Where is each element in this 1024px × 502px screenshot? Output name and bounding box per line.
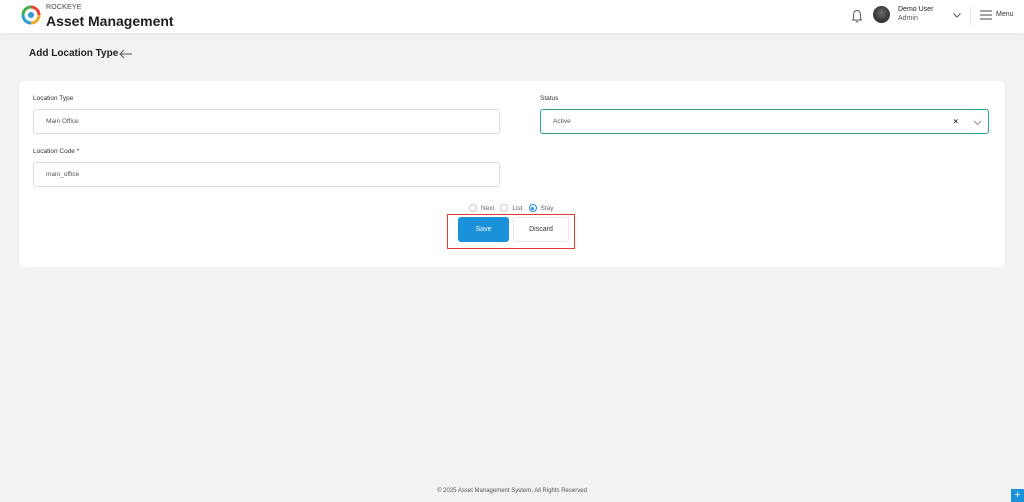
location-code-label: Location Code * — [33, 148, 80, 155]
location-code-input[interactable]: main_office — [33, 162, 500, 187]
rockeye-logo-icon[interactable] — [21, 5, 41, 25]
status-label: Status — [540, 95, 559, 102]
user-role: Admin — [898, 15, 918, 22]
radio-next[interactable] — [469, 204, 477, 212]
radio-stay-label[interactable]: Stay — [541, 205, 554, 212]
clear-icon[interactable]: × — [953, 117, 958, 126]
user-name: Demo User — [898, 6, 934, 13]
user-avatar[interactable] — [873, 6, 890, 23]
radio-next-label[interactable]: Next — [481, 205, 494, 212]
hamburger-menu-icon[interactable] — [980, 10, 992, 20]
discard-button[interactable]: Discard — [513, 217, 569, 242]
chevron-down-icon[interactable] — [952, 11, 962, 19]
after-save-options: Next List Stay — [469, 202, 560, 214]
header-divider — [970, 7, 971, 25]
back-arrow-icon[interactable] — [119, 49, 133, 59]
top-header: ROCKEYE Asset Management Demo User Admin… — [0, 0, 1024, 33]
status-value: Active — [553, 118, 571, 125]
location-type-input[interactable]: Main Office — [33, 109, 500, 134]
app-title: Asset Management — [46, 13, 174, 29]
notification-bell-icon[interactable] — [851, 9, 863, 23]
save-button[interactable]: Save — [458, 217, 509, 242]
menu-button[interactable]: Menu — [996, 11, 1014, 18]
radio-stay[interactable] — [528, 204, 537, 212]
footer-copyright: © 2025 Asset Management System. All Righ… — [437, 488, 587, 494]
location-type-value: Main Office — [46, 118, 79, 125]
location-type-label: Location Type — [33, 95, 74, 102]
page-title: Add Location Type — [29, 48, 119, 59]
location-code-value: main_office — [46, 171, 80, 178]
radio-list[interactable] — [500, 204, 509, 212]
brand-small-text: ROCKEYE — [46, 4, 82, 11]
add-fab-button[interactable]: + — [1011, 489, 1024, 502]
chevron-down-icon[interactable] — [973, 119, 982, 126]
status-select[interactable]: Active × — [540, 109, 989, 134]
radio-list-label[interactable]: List — [512, 205, 522, 212]
